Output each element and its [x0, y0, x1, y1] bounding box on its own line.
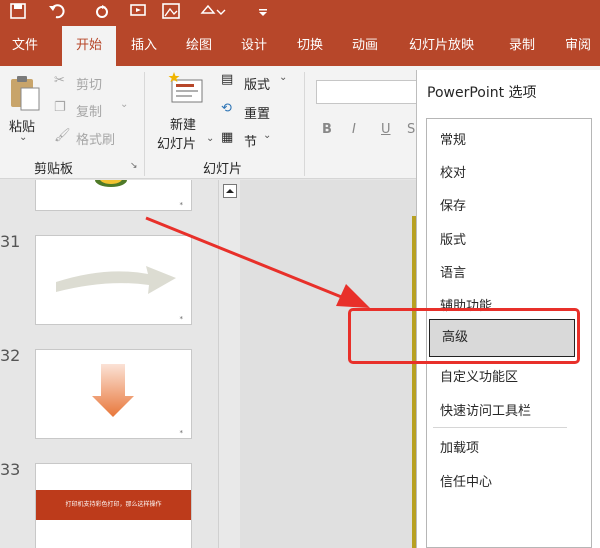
highlight-box: [348, 308, 580, 364]
annotation-arrow-icon: [145, 216, 370, 308]
